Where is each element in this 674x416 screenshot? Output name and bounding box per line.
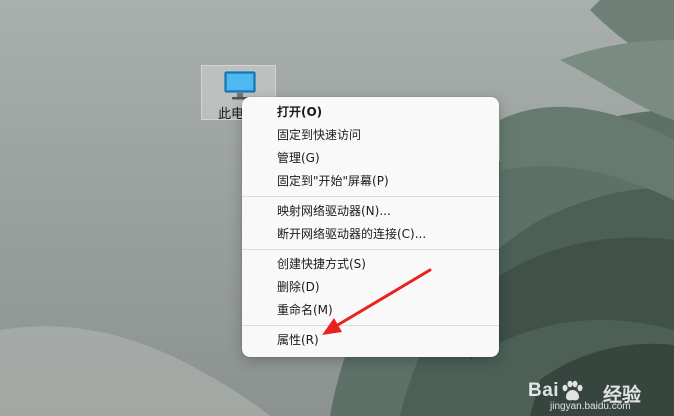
- menu-item-create-shortcut[interactable]: 创建快捷方式(S): [242, 253, 499, 276]
- menu-item-properties[interactable]: 属性(R): [242, 329, 499, 352]
- menu-separator: [242, 325, 499, 326]
- context-menu: 打开(O) 固定到快速访问 管理(G) 固定到"开始"屏幕(P) 映射网络驱动器…: [242, 97, 499, 357]
- watermark-url: jingyan.baidu.com: [550, 401, 631, 412]
- menu-item-disconnect-network-drive[interactable]: 断开网络驱动器的连接(C)...: [242, 223, 499, 246]
- menu-separator: [242, 196, 499, 197]
- watermark-brand: Bai: [528, 380, 560, 401]
- menu-separator: [242, 249, 499, 250]
- menu-item-manage[interactable]: 管理(G): [242, 147, 499, 170]
- desktop[interactable]: 此电脑 打开(O) 固定到快速访问 管理(G) 固定到"开始"屏幕(P) 映射网…: [0, 0, 674, 416]
- menu-item-rename[interactable]: 重命名(M): [242, 299, 499, 322]
- menu-item-pin-quick-access[interactable]: 固定到快速访问: [242, 124, 499, 147]
- paw-icon: [562, 380, 583, 401]
- menu-item-open[interactable]: 打开(O): [242, 101, 499, 124]
- menu-item-map-network-drive[interactable]: 映射网络驱动器(N)...: [242, 200, 499, 223]
- menu-item-delete[interactable]: 删除(D): [242, 276, 499, 299]
- menu-item-pin-to-start[interactable]: 固定到"开始"屏幕(P): [242, 170, 499, 193]
- baidu-jingyan-watermark: Bai 经验 jingyan.baidu.com: [508, 374, 668, 414]
